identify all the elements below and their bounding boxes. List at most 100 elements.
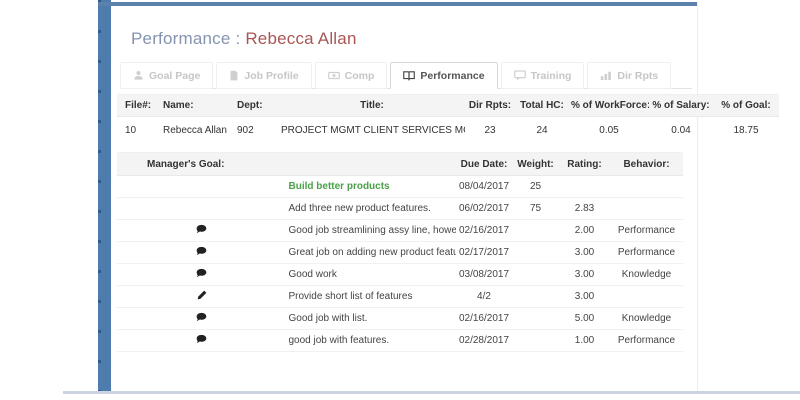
- tab-label: Comp: [345, 70, 375, 82]
- goal-row[interactable]: Build better products08/04/201725: [117, 176, 683, 198]
- goal-due-date: 02/16/2017: [456, 308, 512, 330]
- goal-behavior: [610, 176, 683, 198]
- tab-bar: Goal Page Job Profile Comp Performance Train…: [120, 62, 692, 89]
- goal-rating: [559, 176, 610, 198]
- goal-row-icon-cell: [117, 286, 287, 308]
- employee-cell: 0.04: [649, 117, 713, 145]
- tab-performance[interactable]: Performance: [390, 62, 497, 89]
- employee-table: File#:Name:Dept:Title:Dir Rpts:Total HC:…: [117, 94, 779, 144]
- goal-behavior: [610, 286, 683, 308]
- tab-dir-rpts[interactable]: Dir Rpts: [587, 62, 671, 89]
- pencil-icon[interactable]: [197, 290, 207, 300]
- comment-icon[interactable]: [196, 224, 207, 234]
- book-icon: [403, 70, 415, 81]
- goal-text: Good job with list.: [287, 308, 457, 330]
- user-icon: [133, 70, 144, 81]
- goal-row[interactable]: Good work03/08/20173.00Knowledge: [117, 264, 683, 286]
- goal-weight: [512, 286, 559, 308]
- tab-comp[interactable]: Comp: [315, 62, 388, 89]
- main-panel: Performance : Rebecca Allan Goal Page Job…: [111, 2, 698, 391]
- goal-row[interactable]: Good job streamlining assy line, however…: [117, 220, 683, 242]
- window-edge-bar: [98, 0, 111, 392]
- goals-header-goal: Manager's Goal:: [117, 153, 456, 176]
- employee-column-header: % of Goal:: [713, 95, 779, 117]
- file-icon: [229, 70, 239, 81]
- goal-rating: 2.00: [559, 220, 610, 242]
- comment-icon[interactable]: [196, 246, 207, 256]
- goals-table-body: Build better products08/04/201725Add thr…: [117, 176, 683, 352]
- goals-header-due-date: Due Date:: [456, 153, 512, 176]
- goals-table-head-row: Manager's Goal: Due Date: Weight: Rating…: [117, 153, 683, 176]
- goal-text: Add three new product features.: [287, 198, 457, 220]
- goal-row[interactable]: good job with features.02/28/20171.00Per…: [117, 330, 683, 352]
- goal-weight: [512, 264, 559, 286]
- employee-column-header: % of Salary:: [649, 95, 713, 117]
- goal-row-icon-cell: [117, 264, 287, 286]
- goal-weight: [512, 330, 559, 352]
- goal-weight: 75: [512, 198, 559, 220]
- tab-label: Performance: [420, 70, 484, 82]
- goal-row-icon-cell: [117, 198, 287, 220]
- money-icon: [328, 70, 340, 81]
- employee-cell: 23: [465, 117, 515, 145]
- tab-label: Dir Rpts: [617, 70, 658, 82]
- goal-row[interactable]: Add three new product features.06/02/201…: [117, 198, 683, 220]
- goal-text: Build better products: [287, 176, 457, 198]
- goal-row[interactable]: Provide short list of features4/2 3.00: [117, 286, 683, 308]
- goal-behavior: Knowledge: [610, 264, 683, 286]
- tab-job-profile[interactable]: Job Profile: [216, 62, 311, 89]
- goal-behavior: Performance: [610, 242, 683, 264]
- goal-row-icon-cell: [117, 308, 287, 330]
- comment-outline-icon: [514, 70, 526, 81]
- page-title-employee-name: Rebecca Allan: [245, 29, 356, 48]
- goals-header-weight: Weight:: [512, 153, 559, 176]
- bar-chart-icon: [600, 70, 612, 81]
- goal-due-date: 02/28/2017: [456, 330, 512, 352]
- goal-due-date: 03/08/2017: [456, 264, 512, 286]
- page-title-separator: :: [231, 29, 246, 48]
- goal-due-date: 4/2: [456, 286, 512, 308]
- goal-text: Great job on adding new product features: [287, 242, 457, 264]
- employee-column-header: Title:: [279, 95, 465, 117]
- employee-column-header: % of WorkForce:: [569, 95, 649, 117]
- goal-behavior: Performance: [610, 220, 683, 242]
- goal-text: Good work: [287, 264, 457, 286]
- tab-label: Goal Page: [149, 70, 200, 82]
- goals-header-behavior: Behavior:: [610, 153, 683, 176]
- goals-header-rating: Rating:: [559, 153, 610, 176]
- goal-due-date: 06/02/2017: [456, 198, 512, 220]
- goal-weight: [512, 220, 559, 242]
- comment-icon[interactable]: [196, 312, 207, 322]
- goal-text: Provide short list of features: [287, 286, 457, 308]
- goal-row-icon-cell: [117, 176, 287, 198]
- employee-column-header: Total HC:: [515, 95, 569, 117]
- goals-table: Manager's Goal: Due Date: Weight: Rating…: [117, 152, 683, 352]
- employee-cell: PROJECT MGMT CLIENT SERVICES MGMT 6: [279, 117, 465, 145]
- employee-cell: 24: [515, 117, 569, 145]
- goal-rating: 3.00: [559, 286, 610, 308]
- goal-weight: 25: [512, 176, 559, 198]
- employee-cell: 902: [233, 117, 279, 145]
- goal-row-icon-cell: [117, 330, 287, 352]
- goal-weight: [512, 308, 559, 330]
- employee-table-head-row: File#:Name:Dept:Title:Dir Rpts:Total HC:…: [117, 95, 779, 117]
- goal-behavior: Performance: [610, 330, 683, 352]
- comment-icon[interactable]: [196, 268, 207, 278]
- page-title: Performance : Rebecca Allan: [131, 29, 357, 49]
- employee-row[interactable]: 10Rebecca Allan902PROJECT MGMT CLIENT SE…: [117, 117, 779, 145]
- employee-cell: 10: [117, 117, 161, 145]
- goal-rating: 5.00: [559, 308, 610, 330]
- tab-training[interactable]: Training: [501, 62, 585, 89]
- employee-cell: 18.75: [713, 117, 779, 145]
- tab-label: Job Profile: [244, 70, 298, 82]
- goal-rating: 1.00: [559, 330, 610, 352]
- goal-behavior: [610, 198, 683, 220]
- goal-row[interactable]: Great job on adding new product features…: [117, 242, 683, 264]
- employee-table-body: 10Rebecca Allan902PROJECT MGMT CLIENT SE…: [117, 117, 779, 145]
- comment-icon[interactable]: [196, 334, 207, 344]
- goal-row[interactable]: Good job with list.02/16/20175.00Knowled…: [117, 308, 683, 330]
- tab-goal-page[interactable]: Goal Page: [120, 62, 213, 89]
- goal-row-icon-cell: [117, 220, 287, 242]
- goal-text: Good job streamlining assy line, however…: [287, 220, 457, 242]
- employee-cell: 0.05: [569, 117, 649, 145]
